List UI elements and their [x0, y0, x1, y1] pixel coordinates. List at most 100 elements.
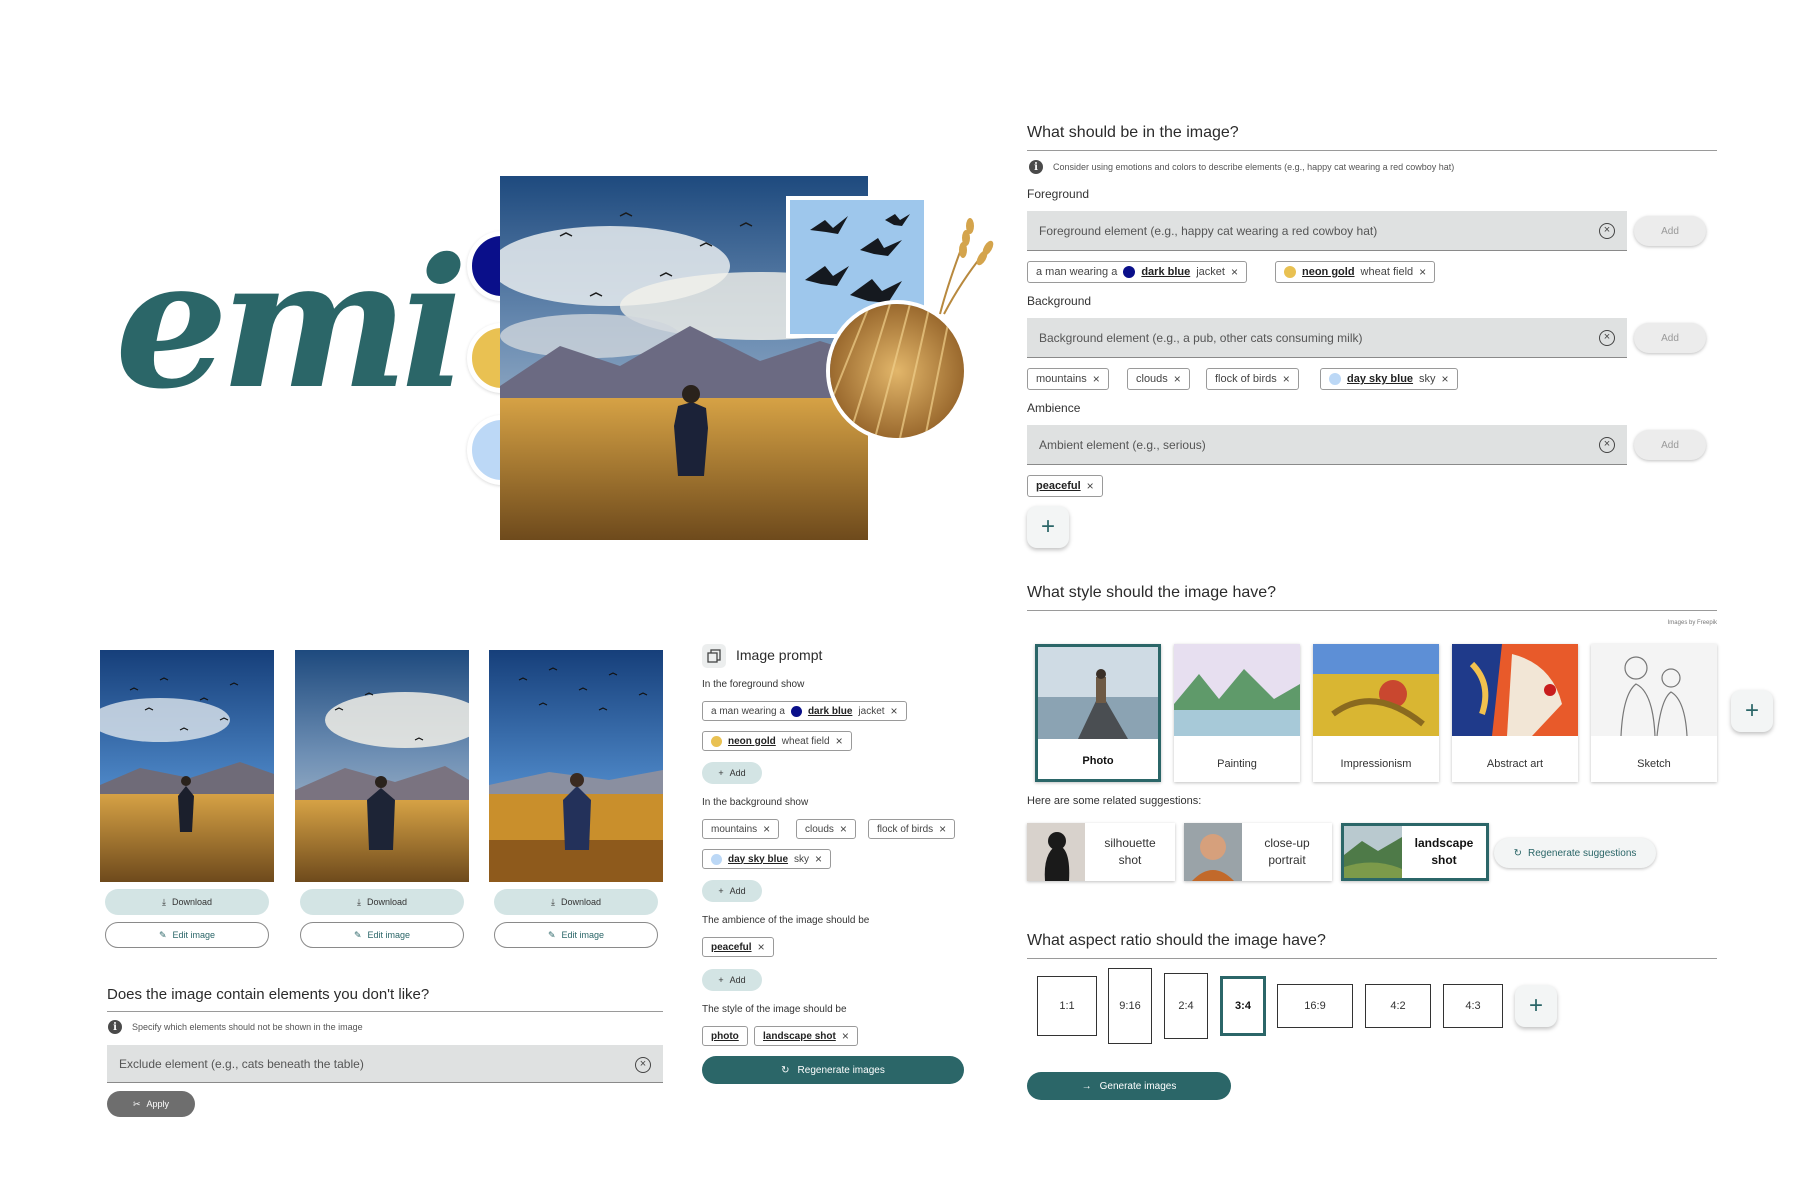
chip-text: clouds	[805, 823, 834, 835]
ambience-input[interactable]: Ambient element (e.g., serious) ×	[1027, 425, 1627, 465]
prompt-chip-mountains[interactable]: mountains ×	[702, 819, 780, 839]
suggestion-landscape[interactable]: landscape shot	[1341, 823, 1489, 881]
chip-text: peaceful	[711, 941, 752, 953]
ratio-9-16[interactable]: 9:16	[1108, 968, 1152, 1044]
regenerate-suggestions-button[interactable]: ↻ Regenerate suggestions	[1494, 838, 1656, 868]
prompt-chip-peaceful[interactable]: peaceful ×	[702, 937, 774, 957]
copy-icon[interactable]	[702, 644, 726, 668]
ratio-2-4[interactable]: 2:4	[1164, 973, 1208, 1039]
chip-text: a man wearing a	[1036, 266, 1118, 278]
remove-icon[interactable]: ×	[1087, 479, 1094, 493]
suggestion-silhouette[interactable]: silhouette shot	[1027, 823, 1175, 881]
remove-icon[interactable]: ×	[840, 822, 847, 836]
background-chip-birds[interactable]: flock of birds ×	[1206, 368, 1299, 390]
download-button-2[interactable]: ⤓ Download	[300, 889, 464, 915]
suggestion-close-up[interactable]: close-up portrait	[1184, 823, 1332, 881]
remove-icon[interactable]: ×	[891, 704, 898, 718]
remove-icon[interactable]: ×	[1174, 372, 1181, 386]
prompt-chip-birds[interactable]: flock of birds ×	[868, 819, 956, 839]
background-add-button[interactable]: Add	[1634, 323, 1706, 353]
ratio-4-3[interactable]: 4:3	[1443, 984, 1503, 1028]
remove-icon[interactable]: ×	[763, 822, 770, 836]
edit-image-button-2[interactable]: ✎ Edit image	[300, 922, 464, 948]
edit-image-button-1[interactable]: ✎ Edit image	[105, 922, 269, 948]
button-label: Add	[729, 768, 746, 778]
prompt-chip-wheat[interactable]: neon gold wheat field ×	[702, 731, 852, 751]
remove-icon[interactable]: ×	[1231, 265, 1238, 279]
apply-button[interactable]: ✂ Apply	[107, 1091, 195, 1117]
chip-text: mountains	[711, 823, 758, 835]
foreground-add-button[interactable]: Add	[1634, 216, 1706, 246]
content-hint: i Consider using emotions and colors to …	[1029, 160, 1454, 174]
remove-icon[interactable]: ×	[815, 852, 822, 866]
ambience-chip-peaceful[interactable]: peaceful ×	[1027, 475, 1103, 497]
add-ratio-button[interactable]: +	[1515, 985, 1557, 1027]
suggestion-label: close-up portrait	[1264, 836, 1310, 867]
remove-icon[interactable]: ×	[1442, 372, 1449, 386]
prompt-chip-clouds[interactable]: clouds ×	[796, 819, 856, 839]
refresh-icon: ↻	[781, 1064, 790, 1076]
background-chip-clouds[interactable]: clouds ×	[1127, 368, 1190, 390]
remove-icon[interactable]: ×	[1283, 372, 1290, 386]
remove-icon[interactable]: ×	[1419, 265, 1426, 279]
ambience-placeholder: Ambient element (e.g., serious)	[1039, 437, 1206, 452]
photo-thumbnail	[1038, 647, 1158, 739]
clear-icon[interactable]: ×	[1599, 437, 1615, 453]
ambience-add-button[interactable]: Add	[1634, 430, 1706, 460]
divider	[107, 1011, 663, 1012]
color-dot	[1329, 373, 1341, 385]
clear-icon[interactable]: ×	[635, 1057, 651, 1073]
prompt-foreground-add-button[interactable]: + Add	[702, 762, 762, 784]
download-button-3[interactable]: ⤓ Download	[494, 889, 658, 915]
prompt-background-add-button[interactable]: + Add	[702, 880, 762, 902]
style-card-sketch[interactable]: Sketch	[1591, 644, 1717, 782]
clear-icon[interactable]: ×	[1599, 223, 1615, 239]
abstract-thumbnail	[1452, 644, 1578, 736]
clear-icon[interactable]: ×	[1599, 330, 1615, 346]
remove-icon[interactable]: ×	[758, 940, 765, 954]
regenerate-images-button[interactable]: ↻ Regenerate images	[702, 1056, 964, 1084]
style-card-painting[interactable]: Painting	[1174, 644, 1300, 782]
remove-icon[interactable]: ×	[1093, 372, 1100, 386]
background-input[interactable]: Background element (e.g., a pub, other c…	[1027, 318, 1627, 358]
ratio-16-9[interactable]: 16:9	[1277, 984, 1353, 1028]
landscape-thumbnail	[1344, 826, 1402, 878]
prompt-chip-landscape[interactable]: landscape shot ×	[754, 1026, 858, 1046]
portrait-thumbnail	[1184, 823, 1242, 881]
style-card-photo[interactable]: Photo	[1035, 644, 1161, 782]
color-dot	[1123, 266, 1136, 278]
plus-icon: +	[718, 886, 724, 896]
chip-text: flock of birds	[1215, 373, 1277, 385]
download-button-1[interactable]: ⤓ Download	[105, 889, 269, 915]
background-chip-mountains[interactable]: mountains ×	[1027, 368, 1109, 390]
result-image-2[interactable]	[295, 650, 469, 882]
background-chip-sky[interactable]: day sky blue sky ×	[1320, 368, 1458, 390]
plus-icon: +	[718, 975, 724, 985]
chip-text: jacket	[1196, 266, 1225, 278]
style-card-impressionism[interactable]: Impressionism	[1313, 644, 1439, 782]
edit-image-button-3[interactable]: ✎ Edit image	[494, 922, 658, 948]
prompt-chip-jacket[interactable]: a man wearing a dark blue jacket ×	[702, 701, 907, 721]
ratio-1-1[interactable]: 1:1	[1037, 976, 1097, 1036]
result-image-1[interactable]	[100, 650, 274, 882]
remove-icon[interactable]: ×	[836, 734, 843, 748]
add-style-button[interactable]: +	[1731, 690, 1773, 732]
ratio-4-2[interactable]: 4:2	[1365, 984, 1431, 1028]
prompt-chip-sky[interactable]: day sky blue sky ×	[702, 849, 832, 869]
add-category-button[interactable]: +	[1027, 506, 1069, 548]
foreground-chip-jacket[interactable]: a man wearing a dark blue jacket ×	[1027, 261, 1247, 283]
foreground-input[interactable]: Foreground element (e.g., happy cat wear…	[1027, 211, 1627, 251]
prompt-chip-photo[interactable]: photo	[702, 1026, 748, 1046]
prompt-ambience-add-button[interactable]: + Add	[702, 969, 762, 991]
sketch-thumbnail	[1591, 644, 1717, 736]
foreground-chip-wheat[interactable]: neon gold wheat field ×	[1275, 261, 1436, 283]
result-image-3[interactable]	[489, 650, 663, 882]
info-icon: i	[1029, 160, 1043, 174]
remove-icon[interactable]: ×	[842, 1029, 849, 1043]
ratio-3-4[interactable]: 3:4	[1220, 976, 1266, 1036]
freepik-credit: Images by Freepik	[1667, 620, 1717, 626]
style-card-abstract[interactable]: Abstract art	[1452, 644, 1578, 782]
exclude-input[interactable]: Exclude element (e.g., cats beneath the …	[107, 1045, 663, 1083]
generate-images-button[interactable]: → Generate images	[1027, 1072, 1231, 1100]
remove-icon[interactable]: ×	[939, 822, 946, 836]
